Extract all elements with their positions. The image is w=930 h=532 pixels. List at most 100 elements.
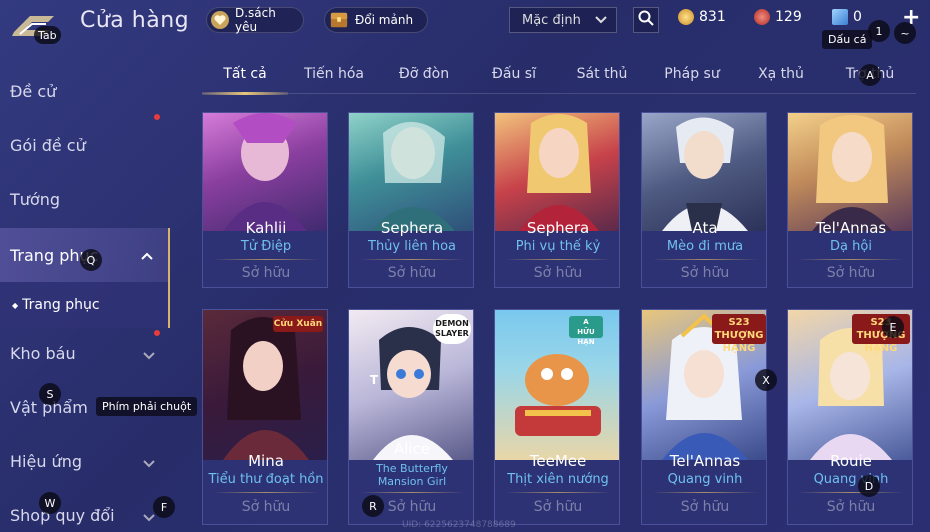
voucher-value: 0 [853,9,862,25]
sidebar: Đề cử Gói đề cử Tướng Trang phục ◆ Trang… [0,64,170,532]
page-title: Cửa hàng [80,8,190,33]
sidebar-item-exchange-shop[interactable]: Shop quy đổi [0,490,170,532]
sidebar-item-treasure[interactable]: Kho báu [0,328,170,378]
chevron-down-icon [594,14,608,30]
gem-value: 129 [775,9,802,25]
owned-status: Sở hữu [533,265,583,281]
category-tabs: Tất cả Tiến hóa Đỡ đòn Đấu sĩ Sát thủ Ph… [202,60,916,94]
skin-card[interactable]: Sephera Thủy liên hoa Sở hữu [348,112,474,288]
skin-card[interactable]: S23 THƯỢNG HẠNG Tel'Annas Quang vinh Sở … [641,309,767,525]
gold-coin-icon [678,9,694,25]
divider [798,259,904,260]
hotkey-a: A [859,64,881,86]
hotkey-tilde: ~ [894,22,916,44]
skin-card[interactable]: A HỮU HẠN TeeMee Thịt xiên nướng Sở hữu [494,309,620,525]
sidebar-item-label: Tướng [10,189,60,209]
sidebar-item-label: Đề cử [10,81,57,101]
owned-status: Sở hữu [241,265,291,281]
hero-name: Ata [692,219,718,237]
tab-all[interactable]: Tất cả [202,66,288,82]
owned-status: Sở hữu [826,499,876,515]
skin-art [495,113,619,231]
treasure-chest-icon [329,10,349,30]
search-icon [638,10,654,30]
sort-dropdown[interactable]: Mặc định [509,7,617,33]
hero-name: Alice [393,440,431,458]
hero-name: Tel'Annas [815,219,887,237]
sidebar-item-recommended[interactable]: Đề cử [0,66,170,116]
skin-name: The Butterfly Mansion Girl [376,462,448,488]
skin-art [203,113,327,231]
hero-name: Sephera [526,219,590,237]
rank-badge: S23 THƯỢNG HẠNG [712,314,766,354]
gold-value: 831 [699,9,726,25]
skin-name: Phi vụ thế kỷ [515,239,601,254]
hotkey-s: S [39,383,61,405]
heart-icon [211,10,229,30]
dau-ca-tooltip: Dấu cá [822,30,873,49]
diamond-bullet-icon: ◆ [12,300,19,310]
hero-name: Sephera [380,219,444,237]
divider [359,492,465,493]
chevron-down-icon [142,454,156,473]
skin-card[interactable]: Ata Mèo đi mưa Sở hữu [641,112,767,288]
divider [213,259,319,260]
right-click-tooltip: Phím phải chuột [96,397,198,416]
exchange-label: Đổi mảnh [355,13,414,27]
divider [798,492,904,493]
skin-art [788,113,912,231]
sidebar-item-label: Gói đề cử [10,135,86,155]
skin-card[interactable]: Cửu Xuân Mina Tiểu thư đoạt hồn Sở hữu [202,309,328,525]
notification-dot [154,114,160,120]
skin-art [349,113,473,231]
sidebar-item-effects[interactable]: Hiệu ứng [0,436,170,486]
divider [505,259,611,260]
event-badge: Cửu Xuân [273,316,323,332]
skin-card[interactable]: Tel'Annas Dạ hội Sở hữu [787,112,913,288]
hero-name: Kahlii [245,219,287,237]
hotkey-e: E [882,316,904,338]
tab-assassin[interactable]: Sát thủ [560,66,644,82]
skin-card[interactable]: DEMON SLAYER Alice The Butterfly Mansion… [348,309,474,525]
owned-status: Sở hữu [680,499,730,515]
skin-name: Quang vinh [813,472,889,487]
gem-currency[interactable]: 129 [754,7,802,27]
tab-marksman[interactable]: Xạ thủ [739,66,823,82]
tab-evolution[interactable]: Tiến hóa [292,66,376,82]
skin-card[interactable]: Kahlii Tử Điệp Sở hữu [202,112,328,288]
skin-name: Quang vinh [667,472,743,487]
skin-name: Dạ hội [830,239,872,254]
search-button[interactable] [633,7,659,33]
chevron-up-icon [140,246,154,265]
divider [652,492,758,493]
sidebar-item-heroes[interactable]: Tướng [0,174,170,224]
gold-currency[interactable]: 831 [678,7,726,27]
skin-name: Mèo đi mưa [666,239,744,254]
sidebar-item-label: Hiệu ứng [10,451,82,471]
skin-name: Tử Điệp [240,239,292,254]
hotkey-r: R [362,495,384,517]
notification-dot [154,330,160,336]
hotkey-tab: Tab [34,26,61,44]
sidebar-subitem-skins[interactable]: ◆ Trang phục [0,282,170,328]
limited-badge: A HỮU HẠN [569,316,603,346]
skin-art [203,310,327,460]
skin-card[interactable]: S23 THƯỢNG HẠNG Rouie Quang vinh Sở hữu [787,309,913,525]
sidebar-subitem-label: Trang phục [22,297,100,313]
owned-status: Sở hữu [387,265,437,281]
voucher-currency[interactable]: 0 [832,7,862,27]
skin-card[interactable]: Sephera Phi vụ thế kỷ Sở hữu [494,112,620,288]
tab-tank[interactable]: Đỡ đòn [382,66,466,82]
divider [213,492,319,493]
hotkey-t: T [369,373,379,387]
owned-status: Sở hữu [241,499,291,515]
tab-mage[interactable]: Pháp sư [650,66,734,82]
sidebar-item-recommended-pack[interactable]: Gói đề cử [0,114,170,170]
sidebar-item-label: Kho báu [10,343,76,363]
hero-name: Mina [248,452,284,470]
wishlist-button[interactable]: D.sách yêu [206,6,304,34]
tab-fighter[interactable]: Đấu sĩ [472,66,556,82]
owned-status: Sở hữu [680,265,730,281]
exchange-fragments-button[interactable]: Đổi mảnh [324,7,428,33]
divider [359,259,465,260]
